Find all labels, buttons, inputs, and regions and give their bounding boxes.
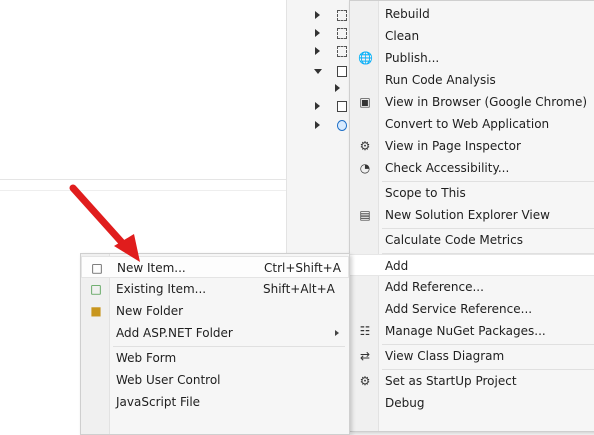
expand-arrow-icon[interactable] (315, 47, 320, 55)
menu-item-convert-web-app[interactable]: Convert to Web Application (350, 113, 594, 135)
menu-item-run-code-analysis[interactable]: Run Code Analysis (350, 69, 594, 91)
expand-arrow-icon[interactable] (315, 11, 320, 19)
accessibility-icon: ◔ (359, 161, 371, 175)
expand-arrow-icon[interactable] (335, 84, 340, 92)
editor-divider (0, 179, 286, 180)
class-diagram-icon: ⇄ (359, 349, 371, 363)
view-browser-icon: ▣ (359, 95, 371, 109)
web-globe-icon (337, 120, 347, 131)
publish-globe-icon: 🌐 (358, 51, 373, 65)
add-submenu: □ New Item... Ctrl+Shift+A □ Existing Item.… (80, 253, 350, 435)
tree-node[interactable] (287, 98, 351, 116)
tree-node[interactable] (287, 80, 351, 98)
menu-item-publish[interactable]: 🌐 Publish... (350, 47, 594, 69)
new-item-icon: □ (91, 261, 103, 275)
menu-item-add[interactable]: Add (350, 254, 594, 276)
new-folder-icon: ■ (90, 304, 102, 318)
folder-icon (337, 28, 347, 39)
solution-explorer-view-icon: ▤ (359, 208, 371, 222)
expand-arrow-icon[interactable] (315, 102, 320, 110)
submenu-item-web-form[interactable]: Web Form (81, 347, 349, 369)
menu-item-debug[interactable]: Debug (350, 392, 594, 414)
project-context-menu: Rebuild Clean 🌐 Publish... Run Code Analy… (349, 0, 594, 432)
submenu-item-existing-item[interactable]: □ Existing Item... Shift+Alt+A (81, 278, 349, 300)
tree-node[interactable] (287, 63, 351, 81)
submenu-item-add-aspnet-folder[interactable]: Add ASP.NET Folder (81, 322, 349, 344)
submenu-item-web-user-control[interactable]: Web User Control (81, 369, 349, 391)
page-inspector-icon: ⚙ (359, 139, 371, 153)
menu-item-view-in-browser[interactable]: ▣ View in Browser (Google Chrome) (350, 91, 594, 113)
tree-node[interactable] (287, 117, 351, 135)
gear-icon: ⚙ (359, 374, 371, 388)
document-icon (337, 66, 347, 77)
menu-item-scope-to-this[interactable]: Scope to This (350, 182, 594, 204)
editor-divider-2 (0, 190, 286, 191)
menu-item-add-service-reference[interactable]: Add Service Reference... (350, 298, 594, 320)
menu-item-manage-nuget[interactable]: ☷ Manage NuGet Packages... (350, 320, 594, 342)
menu-item-calculate-code-metrics[interactable]: Calculate Code Metrics (350, 229, 594, 251)
submenu-item-new-folder[interactable]: ■ New Folder (81, 300, 349, 322)
tree-node[interactable] (287, 7, 351, 25)
menu-item-view-class-diagram[interactable]: ⇄ View Class Diagram (350, 345, 594, 367)
nuget-icon: ☷ (359, 324, 371, 338)
menu-item-check-accessibility[interactable]: ◔ Check Accessibility... (350, 157, 594, 179)
menu-item-new-solution-explorer-view[interactable]: ▤ New Solution Explorer View (350, 204, 594, 226)
existing-item-icon: □ (90, 282, 102, 296)
menu-item-rebuild[interactable]: Rebuild (350, 3, 594, 25)
folder-icon (337, 10, 347, 21)
submenu-item-javascript-file[interactable]: JavaScript File (81, 391, 349, 413)
submenu-item-new-item[interactable]: □ New Item... Ctrl+Shift+A (81, 256, 349, 278)
expand-arrow-icon[interactable] (315, 29, 320, 37)
chevron-right-icon (335, 330, 339, 336)
collapse-arrow-icon[interactable] (314, 69, 322, 74)
folder-icon (337, 46, 347, 57)
tree-node[interactable] (287, 25, 351, 43)
menu-item-page-inspector[interactable]: ⚙ View in Page Inspector (350, 135, 594, 157)
menu-item-clean[interactable]: Clean (350, 25, 594, 47)
menu-item-set-startup-project[interactable]: ⚙ Set as StartUp Project (350, 370, 594, 392)
expand-arrow-icon[interactable] (315, 121, 320, 129)
tree-node[interactable] (287, 43, 351, 61)
menu-item-add-reference[interactable]: Add Reference... (350, 276, 594, 298)
config-file-icon (337, 101, 347, 112)
